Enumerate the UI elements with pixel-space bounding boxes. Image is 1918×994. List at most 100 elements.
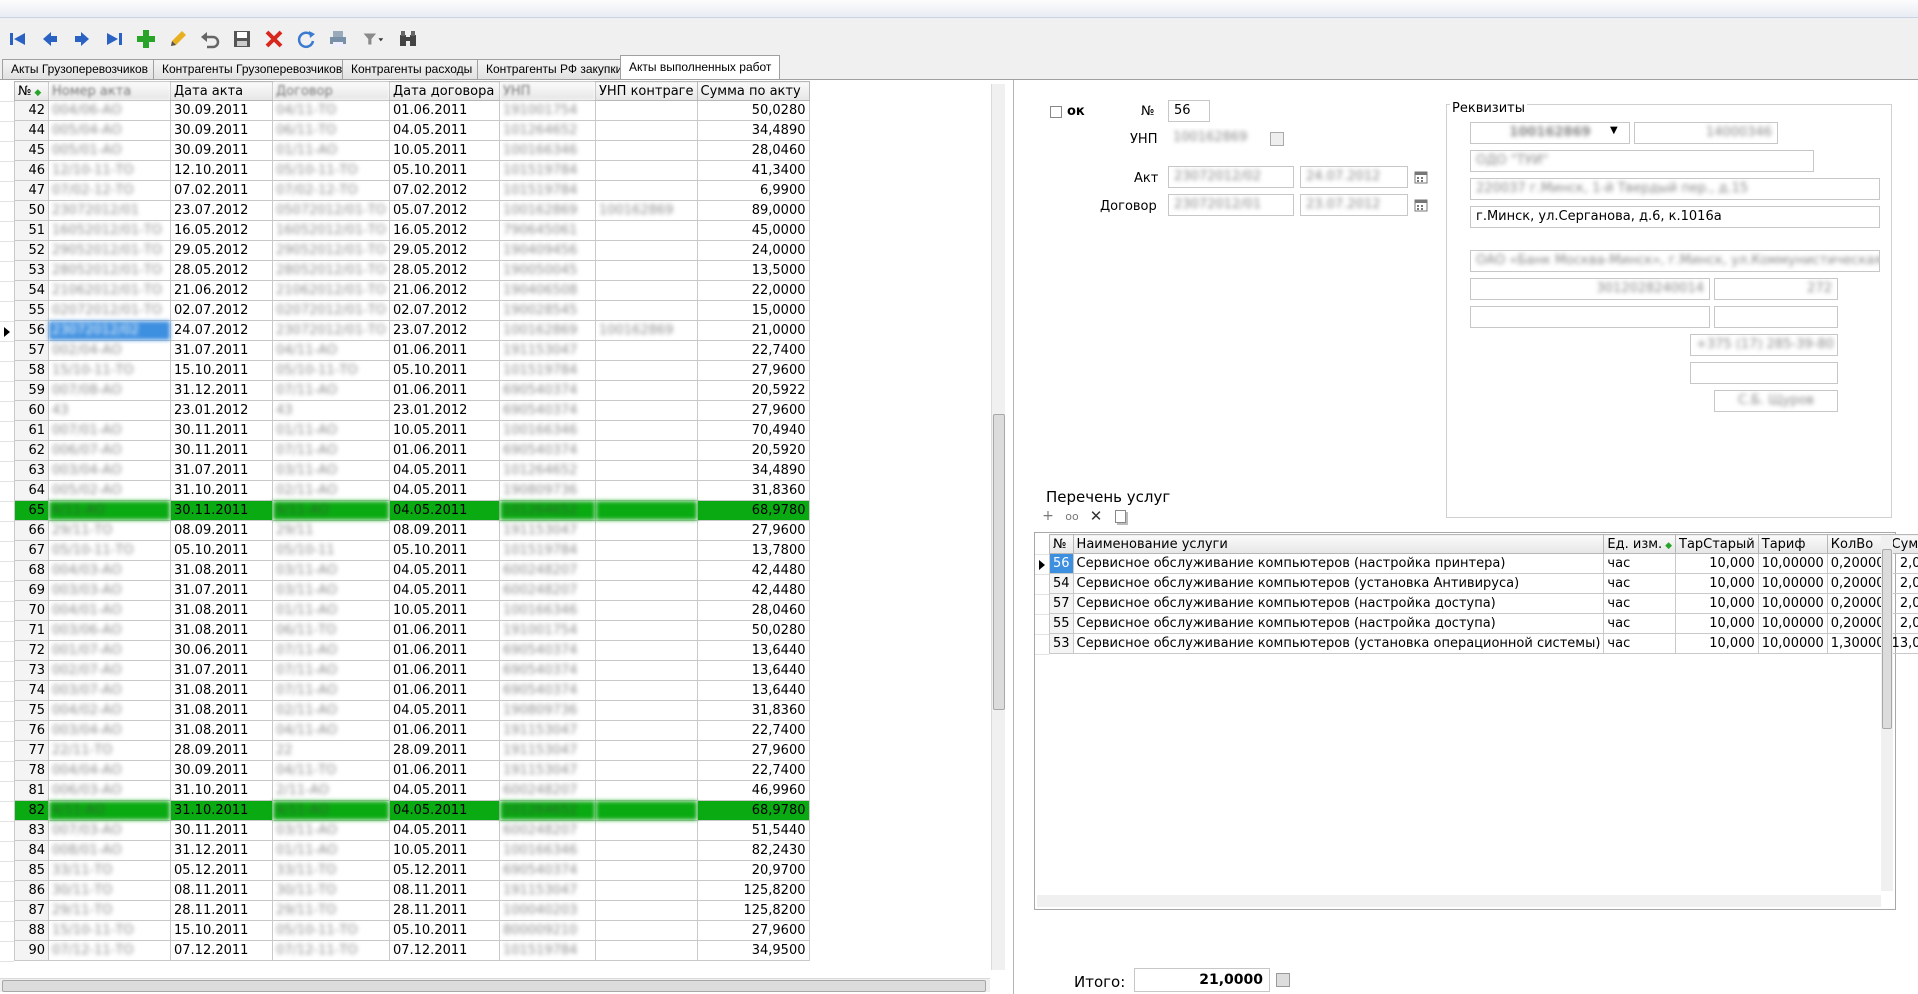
svc-cell-unit[interactable]: час — [1603, 573, 1676, 594]
table-row[interactable]: 57 002/04-АО 31.07.2011 04/11-АО 01.06.2011 1… — [14, 340, 810, 361]
cell-no[interactable]: 78 — [14, 760, 49, 781]
table-row[interactable]: 52 29052012/01-ТО 29.05.2012 29052012/01-ТО… — [14, 240, 810, 261]
col-header-contract-date[interactable]: Дата договора — [388, 81, 500, 101]
cell-act-number[interactable]: 07/12-11-ТО — [48, 940, 171, 961]
svc-cell-no[interactable]: 56 — [1049, 553, 1074, 574]
last-record-button[interactable] — [100, 25, 128, 53]
cell-act-date[interactable]: 30.11.2011 — [170, 440, 273, 461]
ok-checkbox[interactable] — [1050, 106, 1062, 118]
cell-act-date[interactable]: 28.09.2011 — [170, 740, 273, 761]
cell-unp-contractor[interactable] — [594, 300, 698, 321]
cell-act-sum[interactable]: 68,9780 — [696, 800, 810, 821]
svc-cell-name[interactable]: Сервисное обслуживание компьютеров (уста… — [1072, 633, 1605, 654]
find-service-button[interactable]: oo — [1064, 508, 1080, 524]
table-row[interactable]: 67 05/10-11-ТО 05.10.2011 05/10-11 05.10.201… — [14, 540, 810, 561]
cell-act-sum[interactable]: 22,0000 — [696, 280, 810, 301]
cell-unp-contractor[interactable] — [594, 720, 698, 741]
cell-no[interactable]: 83 — [14, 820, 49, 841]
svc-cell-name[interactable]: Сервисное обслуживание компьютеров (наст… — [1072, 613, 1605, 634]
table-row[interactable]: 57 Сервисное обслуживание компьютеров (на… — [1049, 593, 1918, 614]
cell-act-number[interactable]: 4/11-АО — [48, 500, 171, 521]
cell-contract[interactable]: 03/11-АО — [272, 820, 390, 841]
cell-contract[interactable]: 4/11-АО — [272, 800, 390, 821]
cell-act-number[interactable]: 003/04-АО — [48, 720, 171, 741]
services-grid[interactable]: № Наименование услуги Ед. изм. ◆ ТарСтар… — [1049, 534, 1918, 654]
cell-unp[interactable]: 191153047 — [498, 340, 596, 361]
cell-contract-date[interactable]: 01.06.2011 — [388, 100, 500, 121]
cell-act-date[interactable]: 30.11.2011 — [170, 420, 273, 441]
svc-cell-no[interactable]: 55 — [1049, 613, 1074, 634]
cell-no[interactable]: 87 — [14, 900, 49, 921]
cell-act-number[interactable]: 43 — [48, 400, 171, 421]
cell-act-number[interactable]: 003/04-АО — [48, 460, 171, 481]
cell-unp[interactable]: 690540374 — [498, 680, 596, 701]
cell-no[interactable]: 60 — [14, 400, 49, 421]
table-row[interactable]: 81 006/03-АО 31.10.2011 2/11-АО 04.05.2011 60… — [14, 780, 810, 801]
acts-grid[interactable]: № ◆ Номер акта Дата акта Договор Дата до… — [14, 81, 810, 961]
svc-cell-tariff[interactable]: 10,00000 — [1757, 553, 1828, 574]
table-row[interactable]: 47 07/02-12-ТО 07.02.2011 07/02-12-ТО 07.02.… — [14, 180, 810, 201]
cell-contract[interactable]: 29/11-ТО — [272, 900, 390, 921]
cell-act-sum[interactable]: 27,9600 — [696, 400, 810, 421]
cell-unp-contractor[interactable] — [594, 500, 698, 521]
cell-unp-contractor[interactable] — [594, 880, 698, 901]
cell-unp[interactable]: 600248207 — [498, 780, 596, 801]
cell-unp[interactable]: 600248207 — [498, 820, 596, 841]
cell-contract-date[interactable]: 23.07.2012 — [388, 320, 500, 341]
col-header-unp-contractor[interactable]: УНП контраге — [594, 81, 698, 101]
cell-act-sum[interactable]: 31,8360 — [696, 480, 810, 501]
cell-act-date[interactable]: 05.12.2011 — [170, 860, 273, 881]
cell-contract-date[interactable]: 04.05.2011 — [388, 700, 500, 721]
cell-no[interactable]: 68 — [14, 560, 49, 581]
cell-unp[interactable]: 690540374 — [498, 860, 596, 881]
table-row[interactable]: 46 12/10-11-ТО 12.10.2011 05/10-11-ТО 05.10.… — [14, 160, 810, 181]
act-date-field[interactable]: 24.07.2012 — [1300, 166, 1408, 188]
cell-unp[interactable]: 600248207 — [498, 580, 596, 601]
cell-unp-contractor[interactable]: 100162869 — [594, 200, 698, 221]
req-address2-field[interactable]: г.Минск, ул.Серганова, д.6, к.1016а — [1470, 206, 1880, 228]
cell-no[interactable]: 66 — [14, 520, 49, 541]
cell-act-sum[interactable]: 50,0280 — [696, 620, 810, 641]
cell-contract-date[interactable]: 23.01.2012 — [388, 400, 500, 421]
cell-unp-contractor[interactable] — [594, 220, 698, 241]
svc-cell-unit[interactable]: час — [1603, 633, 1676, 654]
table-row[interactable]: 42 004/06-АО 30.09.2011 04/11-ТО 01.06.2011 1… — [14, 100, 810, 121]
table-row[interactable]: 78 004/04-АО 30.09.2011 04/11-ТО 01.06.2011 1… — [14, 760, 810, 781]
print-button[interactable] — [324, 25, 352, 53]
cell-contract[interactable]: 03/11-АО — [272, 580, 390, 601]
cell-no[interactable]: 72 — [14, 640, 49, 661]
cell-act-sum[interactable]: 20,5922 — [696, 380, 810, 401]
cell-unp[interactable]: 191153047 — [498, 720, 596, 741]
cell-act-sum[interactable]: 27,9600 — [696, 360, 810, 381]
col-header-act-number[interactable]: Номер акта — [48, 81, 171, 101]
svc-cell-unit[interactable]: час — [1603, 613, 1676, 634]
cell-contract-date[interactable]: 04.05.2011 — [388, 500, 500, 521]
table-row[interactable]: 66 29/11-ТО 08.09.2011 29/11 08.09.2011 19115… — [14, 520, 810, 541]
cell-unp[interactable]: 690540374 — [498, 400, 596, 421]
cell-unp[interactable]: 190406508 — [498, 280, 596, 301]
cell-act-sum[interactable]: 13,6440 — [696, 660, 810, 681]
cell-act-date[interactable]: 31.08.2011 — [170, 600, 273, 621]
table-row[interactable]: 76 003/04-АО 31.08.2011 04/11-АО 01.06.2011 1… — [14, 720, 810, 741]
cell-no[interactable]: 56 — [14, 320, 49, 341]
cell-act-number[interactable]: 007/01-АО — [48, 420, 171, 441]
contract-number-field[interactable]: 23072012/01 — [1168, 194, 1294, 216]
cell-act-sum[interactable]: 15,0000 — [696, 300, 810, 321]
cell-act-sum[interactable]: 68,9780 — [696, 500, 810, 521]
dropdown-arrow-icon[interactable]: ▼ — [1610, 125, 1618, 136]
unp-field[interactable]: 100162869 — [1168, 128, 1274, 150]
cell-unp-contractor[interactable] — [594, 280, 698, 301]
cell-unp[interactable]: 191153047 — [498, 760, 596, 781]
table-row[interactable]: 51 16052012/01-ТО 16.05.2012 16052012/01-ТО… — [14, 220, 810, 241]
table-row[interactable]: 65 4/11-АО 30.11.2011 4/11-АО 04.05.2011 1012… — [14, 500, 810, 521]
cell-act-number[interactable]: 004/02-АО — [48, 700, 171, 721]
cell-act-sum[interactable]: 6,9900 — [696, 180, 810, 201]
cell-contract[interactable]: 4/11-АО — [272, 500, 390, 521]
svc-cell-qty[interactable]: 1,30000 — [1826, 633, 1889, 654]
cell-no[interactable]: 82 — [14, 800, 49, 821]
cell-unp[interactable]: 191153047 — [498, 520, 596, 541]
cell-act-date[interactable]: 31.12.2011 — [170, 840, 273, 861]
cell-unp[interactable]: 191153047 — [498, 740, 596, 761]
cell-unp-contractor[interactable] — [594, 540, 698, 561]
cell-act-date[interactable]: 28.11.2011 — [170, 900, 273, 921]
